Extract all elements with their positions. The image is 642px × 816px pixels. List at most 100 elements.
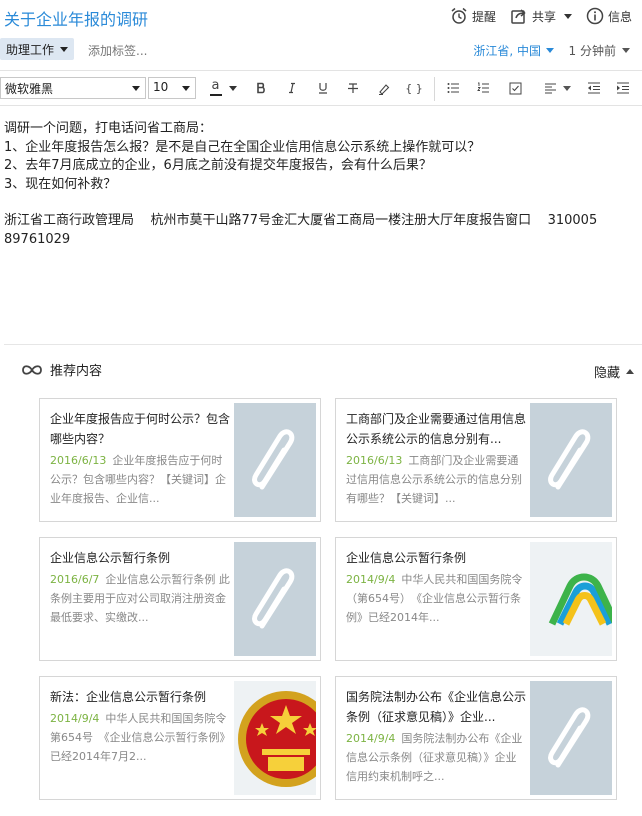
align-left-icon — [544, 83, 556, 94]
time-label: 1 分钟前 — [568, 44, 616, 58]
card-title: 企业年度报告应于何时公示？包含哪些内容？ — [50, 412, 230, 446]
share-label: 共享 — [531, 9, 556, 24]
note-header: 关于企业年报的调研 提醒 共享 信息 — [0, 0, 642, 34]
code-button[interactable]: { } — [404, 78, 424, 98]
location-selector[interactable]: 浙江省, 中国 — [473, 42, 554, 59]
underline-button[interactable] — [313, 78, 333, 98]
recommend-header: 推荐内容 — [20, 360, 102, 379]
text-color-glyph: a — [211, 78, 220, 93]
info-label: 信息 — [607, 9, 632, 24]
numbered-list-button[interactable] — [473, 78, 493, 98]
font-size-select[interactable]: 10 — [148, 77, 196, 99]
align-button[interactable] — [540, 78, 574, 98]
indent-button[interactable] — [613, 78, 633, 98]
notebook-label: 助理工作 — [6, 42, 55, 57]
note-line: 调研一个问题，打电话问省工商局： — [4, 121, 213, 136]
tag-bar: 助理工作 添加标签... 浙江省, 中国 1 分钟前 — [0, 36, 642, 62]
highlight-button[interactable] — [374, 78, 394, 98]
remind-label: 提醒 — [471, 9, 496, 24]
info-icon — [586, 7, 604, 25]
card-thumbnail — [234, 681, 316, 795]
recommend-card[interactable]: 新法：企业信息公示暂行条例 2014/9/4 中华人民共和国国务院令第654号 《… — [39, 676, 321, 800]
chevron-down-icon — [546, 48, 554, 53]
numbered-list-icon — [476, 82, 489, 93]
recommend-card[interactable]: 企业信息公示暂行条例 2016/6/7 企业信息公示暂行条例 此条例主要用于应对公… — [39, 537, 321, 661]
text-color-button[interactable]: a — [206, 78, 240, 98]
hide-label: 隐藏 — [593, 366, 620, 381]
strikethrough-button[interactable] — [343, 78, 363, 98]
card-title: 企业信息公示暂行条例 — [50, 551, 171, 565]
national-emblem-icon — [238, 691, 316, 787]
code-braces-icon: { } — [405, 81, 423, 95]
remind-button[interactable]: 提醒 — [450, 7, 496, 25]
recommend-card[interactable]: 工商部门及企业需要通过信用信息公示系统公示的信息分别有... 2016/6/13… — [335, 398, 617, 522]
chevron-up-icon — [626, 369, 634, 374]
note-line: 3、现在如何补救？ — [4, 176, 117, 192]
chevron-down-icon — [182, 86, 190, 91]
chevron-down-icon — [132, 86, 140, 91]
outdent-icon — [588, 82, 600, 94]
paperclip-icon — [548, 707, 591, 768]
checkbox-button[interactable] — [505, 78, 525, 98]
chevron-down-icon — [563, 13, 572, 19]
infinity-link-icon — [22, 364, 42, 375]
italic-icon — [289, 82, 295, 94]
card-snippet: 2016/6/7 企业信息公示暂行条例 此条例主要用于应对公司取消注册资金最低要求… — [50, 570, 230, 627]
card-date: 2016/6/13 — [346, 454, 403, 467]
note-blank-line — [4, 194, 634, 212]
recommend-card[interactable]: 企业年度报告应于何时公示？包含哪些内容？ 2016/6/13 企业年度报告应于何时… — [39, 398, 321, 522]
location-label: 浙江省, 中国 — [473, 44, 541, 58]
notebook-selector[interactable]: 助理工作 — [0, 38, 75, 60]
add-tag-input[interactable]: 添加标签... — [88, 42, 147, 59]
card-date: 2014/9/4 — [346, 732, 396, 745]
info-button[interactable]: 信息 — [586, 7, 632, 25]
note-title[interactable]: 关于企业年报的调研 — [4, 6, 148, 30]
chevron-down-icon — [60, 46, 69, 52]
bullet-list-button[interactable] — [443, 78, 463, 98]
card-date: 2014/9/4 — [50, 712, 100, 725]
card-date: 2016/6/7 — [50, 573, 100, 586]
recommend-card[interactable]: 国务院法制办公布《企业信息公示条例（征求意见稿）》企业... 2014/9/4 国… — [335, 676, 617, 800]
font-family-value: 微软雅黑 — [5, 82, 54, 96]
italic-button[interactable] — [282, 78, 302, 98]
card-snippet: 2016/6/13 企业年度报告应于何时公示？包含哪些内容？【关键词】企业年度报告… — [50, 451, 230, 508]
card-date: 2016/6/13 — [50, 454, 107, 467]
indent-icon — [617, 82, 629, 94]
note-body[interactable]: 调研一个问题，打电话问省工商局： 1、企业年度报告怎么报？是不是自己在全国企业信… — [4, 120, 634, 249]
share-icon — [511, 9, 526, 24]
format-toolbar: 微软雅黑 10 a { } — [0, 70, 642, 106]
card-title: 企业信息公示暂行条例 — [346, 551, 467, 565]
checkbox-icon — [509, 82, 521, 94]
share-button[interactable]: 共享 — [510, 7, 572, 25]
text-color-icon: a — [209, 78, 222, 96]
header-actions: 提醒 共享 信息 — [436, 7, 632, 25]
note-line: 2、去年7月底成立的企业，6月底之前没有提交年度报告，会有什么后果？ — [4, 158, 432, 173]
rainbow-logo-icon — [548, 573, 612, 626]
outdent-button[interactable] — [584, 78, 604, 98]
recommend-card[interactable]: 企业信息公示暂行条例 2014/9/4 中华人民共和国国务院令（第654号） 《企… — [335, 537, 617, 661]
note-line: 浙江省工商行政管理局 杭州市莫干山路77号金汇大厦省工商局一楼注册大厅年度报告窗… — [4, 213, 598, 228]
paperclip-icon — [252, 429, 295, 490]
recommend-title: 推荐内容 — [50, 364, 103, 379]
time-selector[interactable]: 1 分钟前 — [569, 42, 630, 59]
strikethrough-icon — [348, 83, 358, 93]
note-line: 89761029 — [4, 231, 71, 247]
font-size-value: 10 — [153, 80, 169, 94]
section-divider — [4, 344, 642, 345]
chevron-down-icon — [622, 48, 630, 53]
card-title: 工商部门及企业需要通过信用信息公示系统公示的信息分别有... — [346, 412, 526, 446]
chevron-down-icon — [228, 85, 237, 91]
hide-recommend-button[interactable]: 隐藏 — [594, 362, 634, 381]
highlighter-icon — [378, 83, 389, 95]
card-snippet: 2014/9/4 中华人民共和国国务院令（第654号） 《企业信息公示暂行条例》已… — [346, 570, 526, 627]
card-date: 2014/9/4 — [346, 573, 396, 586]
font-family-select[interactable]: 微软雅黑 — [0, 77, 146, 99]
alarm-clock-icon — [451, 7, 467, 24]
card-snippet: 2014/9/4 中华人民共和国国务院令第654号 《企业信息公示暂行条例》已经2… — [50, 709, 230, 766]
card-thumbnail — [530, 403, 612, 517]
card-thumbnail — [234, 542, 316, 656]
card-snippet: 2016/6/13 工商部门及企业需要通过信用信息公示系统公示的信息分别有哪些？【… — [346, 451, 526, 508]
card-title: 国务院法制办公布《企业信息公示条例（征求意见稿）》企业... — [346, 690, 526, 724]
bold-button[interactable] — [251, 78, 271, 98]
paperclip-icon — [548, 429, 591, 490]
